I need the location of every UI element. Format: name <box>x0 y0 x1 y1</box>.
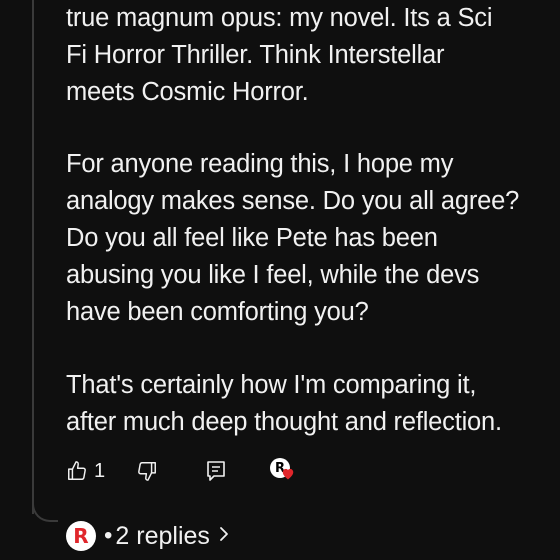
comment-line: meets Cosmic Horror. <box>66 78 309 106</box>
creator-heart[interactable]: R <box>270 456 300 486</box>
comment-actions: 1 R <box>66 456 300 486</box>
comment-paragraph: That's certainly how I'm comparing it, a… <box>66 367 502 441</box>
thumbs-down-icon <box>136 460 158 482</box>
reply-author-avatar: R <box>66 521 96 551</box>
avatar-letter: R <box>73 524 89 548</box>
thread-connector <box>32 496 58 522</box>
replies-count-label: 2 replies <box>115 521 210 550</box>
comment-line: Fi Horror Thriller. Think Interstellar <box>66 41 445 69</box>
comment-line: Do you all feel like Pete has been <box>66 224 438 252</box>
reply-button[interactable] <box>206 460 270 482</box>
comment-line: after much deep thought and reflection. <box>66 408 502 436</box>
view-replies-button[interactable]: R • 2 replies <box>66 519 230 553</box>
comment-line: true magnum opus: my novel. Its a Sci <box>66 4 493 32</box>
comment-line: For anyone reading this, I hope my <box>66 150 454 178</box>
chevron-right-icon <box>218 525 230 548</box>
comment-line: analogy makes sense. Do you all agree? <box>66 187 520 215</box>
comment-line: That's certainly how I'm comparing it, <box>66 371 477 399</box>
separator-dot: • <box>104 522 113 549</box>
comment-line: have been comforting you? <box>66 298 369 326</box>
thread-line <box>32 0 34 514</box>
comment-paragraph: For anyone reading this, I hope my analo… <box>66 146 519 331</box>
dislike-button[interactable] <box>136 460 206 482</box>
comment-line: abusing you like I feel, while the devs <box>66 261 480 289</box>
reply-icon <box>206 460 226 482</box>
like-count: 1 <box>94 459 106 482</box>
creator-heart-icon <box>281 467 295 480</box>
thumbs-up-icon <box>66 460 88 482</box>
like-button[interactable]: 1 <box>66 460 136 483</box>
comment-paragraph: true magnum opus: my novel. Its a Sci Fi… <box>66 0 492 111</box>
